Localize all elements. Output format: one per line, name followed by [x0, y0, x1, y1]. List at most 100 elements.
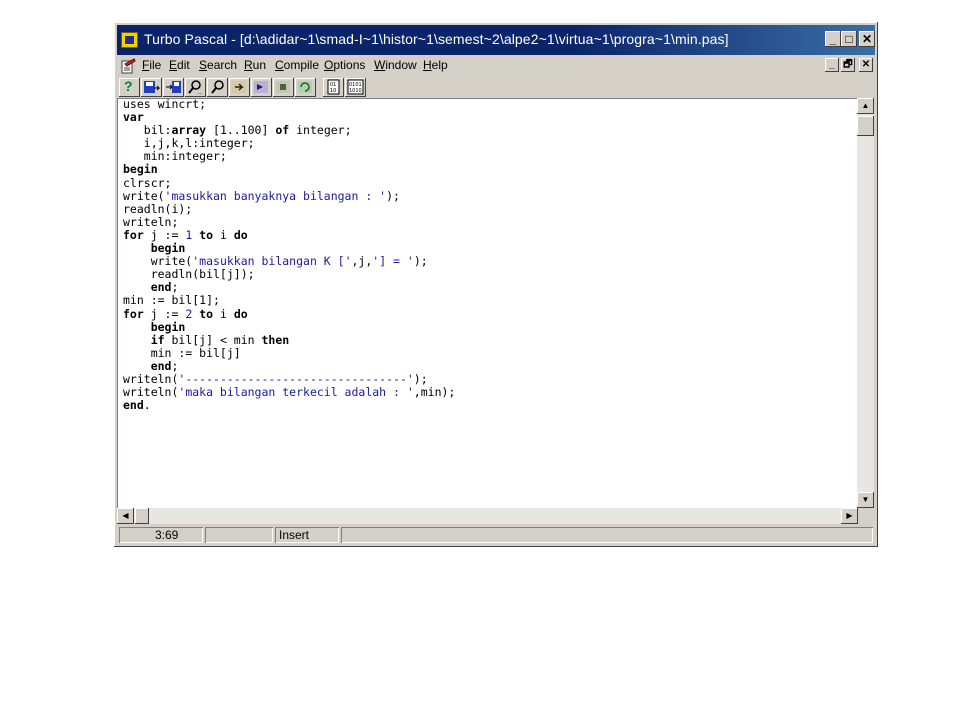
reset-button[interactable] [295, 78, 316, 97]
scroll-up-button[interactable]: ▲ [857, 98, 874, 114]
run-to-cursor-button[interactable] [273, 78, 294, 97]
compile-icon: 0110 [327, 79, 340, 95]
menu-edit-accel: E [169, 58, 178, 72]
find-icon: .. [188, 80, 202, 95]
code-token: of [275, 123, 290, 138]
code-token: var [123, 110, 144, 125]
code-line[interactable]: min:integer; [123, 150, 455, 163]
turbo-pascal-app-icon[interactable] [121, 32, 138, 48]
menu-search[interactable]: Search [199, 58, 237, 72]
scroll-down-button[interactable]: ▼ [857, 492, 874, 508]
code-token: do [233, 227, 248, 242]
menu-options-accel: O [324, 58, 334, 72]
code-token: to [199, 306, 214, 321]
help-button[interactable]: ? [119, 78, 140, 97]
trace-into-icon [254, 81, 268, 93]
code-token: 'maka bilangan terkecil adalah : ' [178, 385, 414, 400]
close-button[interactable]: ✕ [859, 31, 875, 47]
compile-button[interactable]: 01 10 [323, 78, 344, 97]
menu-run-label: un [252, 58, 267, 72]
code-token: ); [413, 254, 428, 269]
code-token: uses wincrt; [123, 97, 207, 111]
reset-icon [298, 81, 312, 93]
menu-options[interactable]: Options [324, 58, 365, 72]
save-icon [144, 81, 160, 93]
code-token: begin [150, 241, 186, 256]
trace-into-button[interactable] [251, 78, 272, 97]
code-token: i [213, 227, 234, 242]
save-button[interactable] [141, 78, 162, 97]
code-token: write( [123, 254, 193, 269]
menu-file-label: ile [149, 58, 162, 72]
status-message [341, 527, 873, 543]
source-code[interactable]: uses wincrt; var bil:array [1..100] of in… [123, 97, 455, 412]
child-minimize-button[interactable]: _ [825, 58, 839, 72]
document-menu-icon[interactable] [120, 58, 136, 74]
make-icon: 01011010 [347, 79, 364, 95]
scroll-left-button[interactable]: ◀ [117, 508, 134, 524]
code-line[interactable]: uses wincrt; [123, 97, 455, 111]
menu-file[interactable]: File [142, 58, 161, 72]
code-token: writeln( [123, 371, 179, 386]
code-token: do [233, 306, 248, 321]
minimize-button[interactable]: _ [825, 31, 841, 47]
vertical-scrollbar[interactable]: ▲ ▼ [857, 98, 874, 508]
horizontal-scrollbar[interactable]: ◀ ▶ [117, 508, 858, 524]
window-title: Turbo Pascal - [d:\adidar~1\smad-I~1\his… [144, 31, 729, 47]
code-token: then [261, 332, 290, 347]
code-token: ,min); [413, 385, 456, 400]
code-token: write( [123, 188, 165, 203]
code-token: '] = ' [372, 254, 414, 269]
save-all-button[interactable] [163, 78, 184, 97]
code-token: for [123, 227, 144, 242]
code-editor[interactable]: uses wincrt; var bil:array [1..100] of in… [117, 97, 857, 508]
make-button[interactable]: 0101 1010 [345, 78, 366, 97]
code-token: writeln( [123, 385, 179, 400]
code-token: j := [143, 227, 186, 242]
code-token: writeln; [123, 214, 179, 229]
code-line[interactable]: end. [123, 399, 455, 412]
menu-edit[interactable]: Edit [169, 58, 190, 72]
vertical-scroll-thumb[interactable] [857, 116, 874, 136]
code-line[interactable]: writeln('maka bilangan terkecil adalah :… [123, 386, 455, 399]
help-icon: ? [124, 78, 133, 94]
find-button[interactable]: .. [185, 78, 206, 97]
title-bar[interactable]: Turbo Pascal - [d:\adidar~1\smad-I~1\his… [117, 25, 875, 55]
code-token: ,j, [351, 254, 373, 269]
code-token: end [150, 358, 172, 373]
code-token: min := bil[1]; [123, 293, 220, 308]
step-over-button[interactable] [229, 78, 250, 97]
code-line[interactable]: begin [123, 163, 455, 176]
child-restore-button[interactable]: 🗗 [841, 58, 855, 72]
maximize-button[interactable]: □ [841, 31, 857, 47]
insert-mode: Insert [275, 527, 339, 543]
menu-window-label: indow [385, 58, 417, 72]
code-token: end [123, 398, 144, 413]
menu-help-label: elp [431, 58, 448, 72]
child-close-button[interactable]: ✕ [859, 58, 873, 72]
horizontal-scroll-thumb[interactable] [135, 508, 149, 524]
code-token: ; [171, 280, 179, 295]
menu-help[interactable]: Help [423, 58, 448, 72]
code-token: i [213, 306, 234, 321]
code-token: ; [171, 358, 179, 373]
menu-run[interactable]: Run [244, 58, 266, 72]
scroll-right-button[interactable]: ▶ [841, 508, 858, 524]
code-token: end [150, 280, 172, 295]
menu-search-accel: S [199, 58, 208, 72]
svg-text:1010: 1010 [349, 88, 362, 94]
turbo-pascal-window: Turbo Pascal - [d:\adidar~1\smad-I~1\his… [114, 22, 878, 547]
status-bar: 3:69 Insert [117, 526, 875, 544]
code-token: j := [143, 306, 186, 321]
code-token: ); [386, 188, 400, 203]
menu-window[interactable]: Window [374, 58, 417, 72]
menu-compile[interactable]: Compile [275, 58, 319, 72]
modified-indicator [205, 527, 273, 543]
menu-window-accel: W [374, 58, 386, 72]
code-token: i,j,k,l:integer; [123, 136, 255, 151]
code-token: min:integer; [123, 149, 227, 164]
find-next-button[interactable] [207, 78, 228, 97]
